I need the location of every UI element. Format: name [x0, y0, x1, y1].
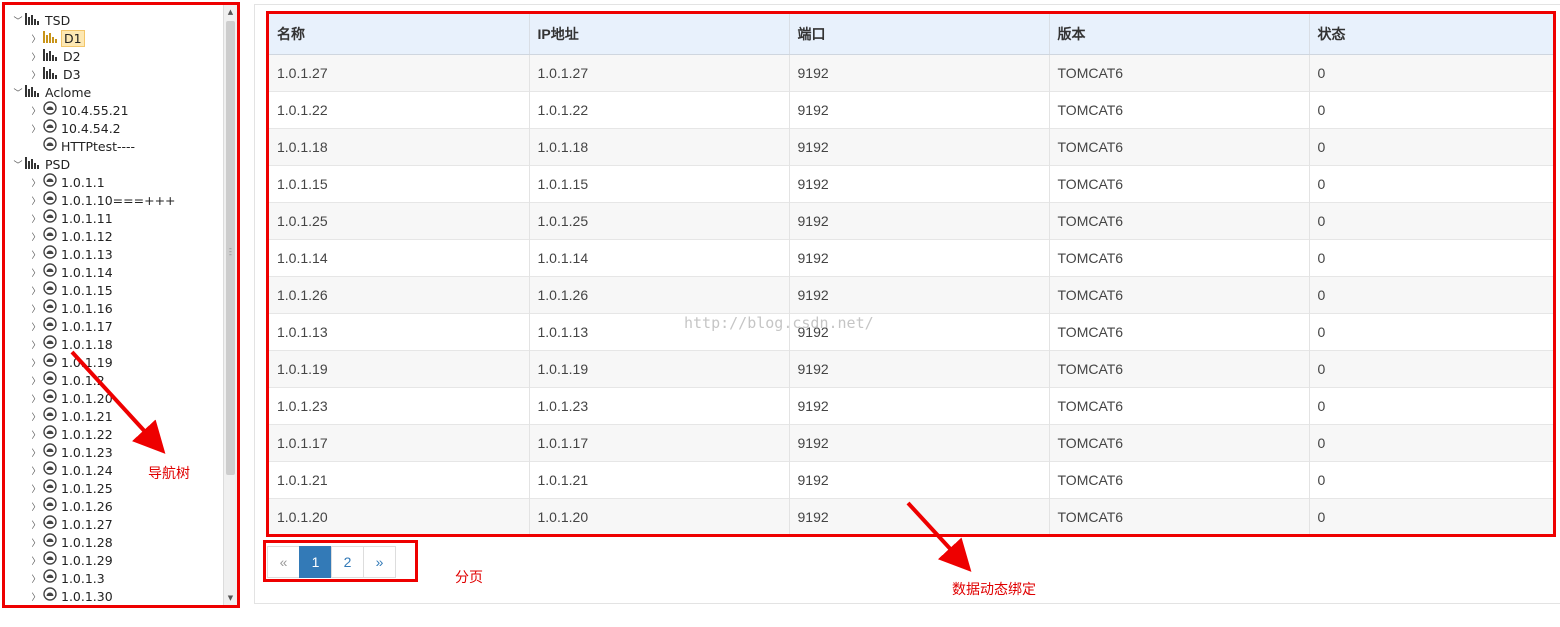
- nav-tree-arrow: [70, 350, 166, 454]
- annotation-nav-tree: 导航树: [148, 466, 190, 482]
- annotation-arrows: [70, 350, 972, 572]
- annotation-data-binding: 数据动态绑定: [952, 582, 1036, 598]
- data-binding-arrow: [906, 501, 972, 572]
- annotation-paging: 分页: [455, 570, 483, 586]
